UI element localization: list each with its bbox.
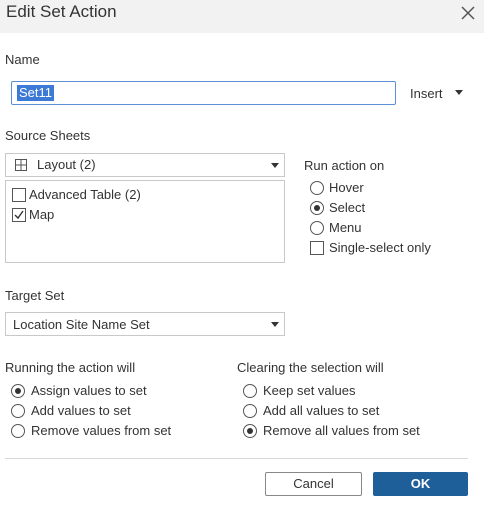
target-set-selected: Location Site Name Set bbox=[13, 317, 150, 332]
run-on-select-radio[interactable] bbox=[310, 201, 324, 215]
sheet-label-advanced-table: Advanced Table (2) bbox=[29, 187, 141, 202]
assign-values-radio[interactable] bbox=[11, 384, 25, 398]
sheet-checkbox-advanced-table[interactable] bbox=[12, 188, 26, 202]
remove-values-label: Remove values from set bbox=[31, 423, 172, 438]
sheet-label-map: Map bbox=[29, 207, 55, 222]
add-all-values-label: Add all values to set bbox=[263, 403, 380, 418]
target-set-label: Target Set bbox=[5, 288, 65, 303]
chevron-down-icon bbox=[271, 163, 279, 168]
name-input-value: Set11 bbox=[17, 85, 55, 101]
assign-values-label: Assign values to set bbox=[31, 383, 147, 398]
run-on-menu-label: Menu bbox=[329, 220, 362, 235]
insert-button[interactable]: Insert bbox=[410, 86, 443, 101]
source-sheets-dropdown[interactable]: Layout (2) bbox=[5, 153, 285, 177]
dialog-title: Edit Set Action bbox=[6, 2, 117, 21]
source-sheets-label: Source Sheets bbox=[5, 128, 91, 143]
add-values-radio[interactable] bbox=[11, 404, 25, 418]
remove-all-values-radio[interactable] bbox=[243, 424, 257, 438]
source-sheets-selected: Layout (2) bbox=[37, 157, 96, 172]
keep-set-values-label: Keep set values bbox=[263, 383, 356, 398]
remove-all-values-label: Remove all values from set bbox=[263, 423, 420, 438]
add-all-values-radio[interactable] bbox=[243, 404, 257, 418]
footer-divider bbox=[5, 458, 468, 459]
clearing-selection-label: Clearing the selection will bbox=[237, 360, 384, 375]
chevron-down-icon bbox=[271, 322, 279, 327]
chevron-down-icon[interactable] bbox=[455, 90, 463, 95]
run-on-hover-radio[interactable] bbox=[310, 181, 324, 195]
check-icon bbox=[14, 210, 24, 220]
ok-button[interactable]: OK bbox=[373, 472, 468, 496]
keep-set-values-radio[interactable] bbox=[243, 384, 257, 398]
run-action-on-label: Run action on bbox=[304, 158, 385, 173]
single-select-label: Single-select only bbox=[329, 240, 431, 255]
target-set-dropdown[interactable]: Location Site Name Set bbox=[5, 312, 285, 336]
name-input[interactable]: Set11 bbox=[11, 81, 396, 105]
run-on-select-label: Select bbox=[329, 200, 366, 215]
run-on-menu-radio[interactable] bbox=[310, 221, 324, 235]
remove-values-radio[interactable] bbox=[11, 424, 25, 438]
sheet-checkbox-map[interactable] bbox=[12, 208, 26, 222]
running-action-label: Running the action will bbox=[5, 360, 136, 375]
single-select-checkbox[interactable] bbox=[310, 241, 324, 255]
layout-grid-icon bbox=[15, 159, 27, 171]
close-icon[interactable] bbox=[458, 3, 478, 23]
run-on-hover-label: Hover bbox=[329, 180, 364, 195]
cancel-button[interactable]: Cancel bbox=[265, 472, 362, 496]
source-sheets-list: Advanced Table (2) Map bbox=[5, 180, 285, 263]
name-label: Name bbox=[5, 52, 40, 67]
add-values-label: Add values to set bbox=[31, 403, 131, 418]
